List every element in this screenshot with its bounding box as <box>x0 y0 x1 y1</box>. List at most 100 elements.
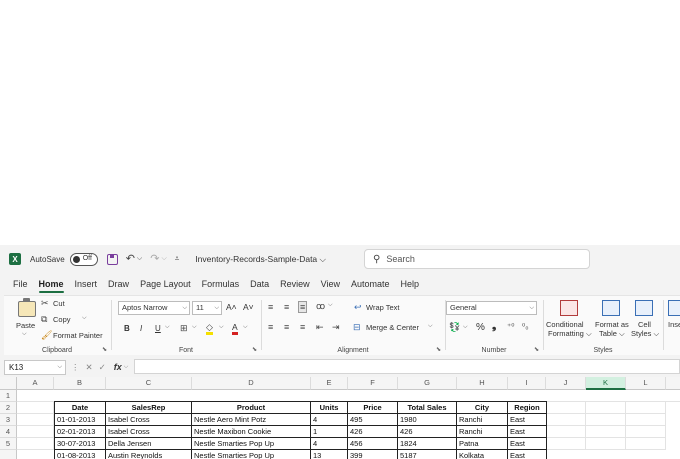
table-cell[interactable]: 01-08-2013 <box>55 450 106 459</box>
insert-cells-button[interactable]: Inse <box>668 320 680 329</box>
tab-help[interactable]: Help <box>401 273 420 295</box>
shrink-font-button[interactable]: A˅ <box>243 302 254 312</box>
table-cell[interactable]: Kolkata <box>457 450 508 459</box>
table-cell[interactable]: 1824 <box>398 438 457 450</box>
header-salesrep[interactable]: SalesRep <box>106 402 192 414</box>
search-box[interactable]: ⚲ Search <box>364 249 590 269</box>
row-header-5[interactable]: 5 <box>0 438 17 450</box>
select-all-corner[interactable] <box>0 377 17 390</box>
wrap-text-button[interactable]: Wrap Text <box>366 303 400 312</box>
merge-dropdown-icon[interactable]: ⌵ <box>428 323 433 330</box>
font-size-select[interactable]: 11 ⌵ <box>192 301 222 315</box>
clipboard-launcher-icon[interactable]: ⬊ <box>102 346 107 353</box>
table-cell[interactable]: 1 <box>311 426 348 438</box>
underline-button[interactable]: U <box>155 324 161 333</box>
borders-dropdown-icon[interactable]: ⌵ <box>192 324 197 331</box>
header-price[interactable]: Price <box>348 402 398 414</box>
cell-styles-icon[interactable] <box>635 300 653 316</box>
table-cell[interactable]: 456 <box>348 438 398 450</box>
orientation-icon[interactable]: ꝏ <box>316 301 325 311</box>
header-region[interactable]: Region <box>508 402 547 414</box>
table-cell[interactable]: Ranchi <box>457 426 508 438</box>
row-header-6[interactable] <box>0 450 17 459</box>
table-cell[interactable]: East <box>508 450 547 459</box>
cell-k2[interactable] <box>586 402 626 414</box>
tab-formulas[interactable]: Formulas <box>202 273 240 295</box>
underline-dropdown-icon[interactable]: ⌵ <box>165 324 170 331</box>
copy-button[interactable]: Copy <box>53 315 71 324</box>
header-total-sales[interactable]: Total Sales <box>398 402 457 414</box>
borders-icon[interactable]: ⊞ <box>180 323 188 333</box>
column-header-e[interactable]: E <box>311 377 348 390</box>
paste-dropdown-icon[interactable]: ⌵ <box>22 331 27 338</box>
column-header-g[interactable]: G <box>398 377 457 390</box>
insert-cells-icon[interactable] <box>668 300 680 316</box>
table-cell[interactable]: Nestle Smarties Pop Up <box>192 438 311 450</box>
cell-styles-label-2[interactable]: Styles ⌵ <box>631 329 659 339</box>
cell-k5[interactable] <box>586 438 626 450</box>
tab-page-layout[interactable]: Page Layout <box>140 273 191 295</box>
formula-input[interactable] <box>134 359 680 374</box>
font-launcher-icon[interactable]: ⬊ <box>252 346 257 353</box>
row-header-2[interactable]: 2 <box>0 402 17 414</box>
column-header-b[interactable]: B <box>54 377 106 390</box>
orientation-dropdown-icon[interactable]: ⌵ <box>328 302 333 309</box>
redo-icon[interactable]: ↷ <box>150 253 159 265</box>
name-box[interactable]: K13 ⌵ <box>4 359 66 375</box>
column-header-c[interactable]: C <box>106 377 192 390</box>
tab-automate[interactable]: Automate <box>351 273 390 295</box>
cell-styles-label-1[interactable]: Cell <box>638 320 651 329</box>
cell-k4[interactable] <box>586 426 626 438</box>
row-header-3[interactable]: 3 <box>0 414 17 426</box>
conditional-formatting-icon[interactable] <box>560 300 578 316</box>
cell-j3[interactable] <box>546 414 586 426</box>
table-cell[interactable]: Austin Reynolds <box>106 450 192 459</box>
tab-view[interactable]: View <box>321 273 340 295</box>
table-cell[interactable]: Isabel Cross <box>106 414 192 426</box>
cell-a2[interactable] <box>17 402 54 414</box>
autosave-toggle[interactable]: Off <box>69 252 98 266</box>
decrease-indent-icon[interactable]: ⇤ <box>316 322 324 332</box>
tab-file[interactable]: File <box>13 273 28 295</box>
row-header-1[interactable]: 1 <box>0 390 17 402</box>
cell-l4[interactable] <box>626 426 666 438</box>
row-header-4[interactable]: 4 <box>0 426 17 438</box>
column-header-d[interactable]: D <box>192 377 311 390</box>
worksheet-grid[interactable]: A B C D E F G H I J K L 1 2 3 4 5 Date S… <box>0 377 680 459</box>
tab-data[interactable]: Data <box>250 273 269 295</box>
column-header-f[interactable]: F <box>348 377 398 390</box>
customize-toolbar-icon[interactable]: ⩡ <box>175 253 180 265</box>
table-cell[interactable]: 01-01-2013 <box>55 414 106 426</box>
conditional-formatting-label-2[interactable]: Formatting ⌵ <box>548 329 592 339</box>
font-name-select[interactable]: Aptos Narrow ⌵ <box>118 301 190 315</box>
fill-color-icon[interactable]: ◇ <box>206 322 213 335</box>
format-as-table-label-2[interactable]: Table ⌵ <box>599 329 625 339</box>
conditional-formatting-label-1[interactable]: Conditional <box>546 320 584 329</box>
cut-button[interactable]: Cut <box>53 299 65 308</box>
tab-home[interactable]: Home <box>38 273 64 295</box>
align-bottom-icon[interactable]: ≡ <box>298 301 308 313</box>
document-title[interactable]: Inventory-Records-Sample-Data ⌵ <box>195 254 326 265</box>
currency-icon[interactable]: 💱 <box>449 322 460 332</box>
copy-dropdown-icon[interactable]: ⌵ <box>82 315 87 322</box>
save-icon[interactable] <box>106 253 118 265</box>
header-units[interactable]: Units <box>311 402 348 414</box>
insert-function-button[interactable]: fx <box>114 362 122 372</box>
column-header-h[interactable]: H <box>457 377 508 390</box>
tab-review[interactable]: Review <box>280 273 310 295</box>
header-city[interactable]: City <box>457 402 508 414</box>
column-header-i[interactable]: I <box>508 377 546 390</box>
table-cell[interactable]: 495 <box>348 414 398 426</box>
table-cell[interactable]: Nestle Aero Mint Potz <box>192 414 311 426</box>
header-product[interactable]: Product <box>192 402 311 414</box>
cancel-icon[interactable]: ✕ <box>86 362 93 373</box>
comma-style-button[interactable]: ❟ <box>492 320 496 333</box>
table-cell[interactable]: East <box>508 438 547 450</box>
table-cell[interactable]: 30-07-2013 <box>55 438 106 450</box>
cell-j4[interactable] <box>546 426 586 438</box>
cell-l5[interactable] <box>626 438 666 450</box>
cell-l2[interactable] <box>626 402 666 414</box>
number-launcher-icon[interactable]: ⬊ <box>534 346 539 353</box>
redo-dropdown-icon[interactable]: ⌵ <box>161 253 166 265</box>
header-date[interactable]: Date <box>55 402 106 414</box>
